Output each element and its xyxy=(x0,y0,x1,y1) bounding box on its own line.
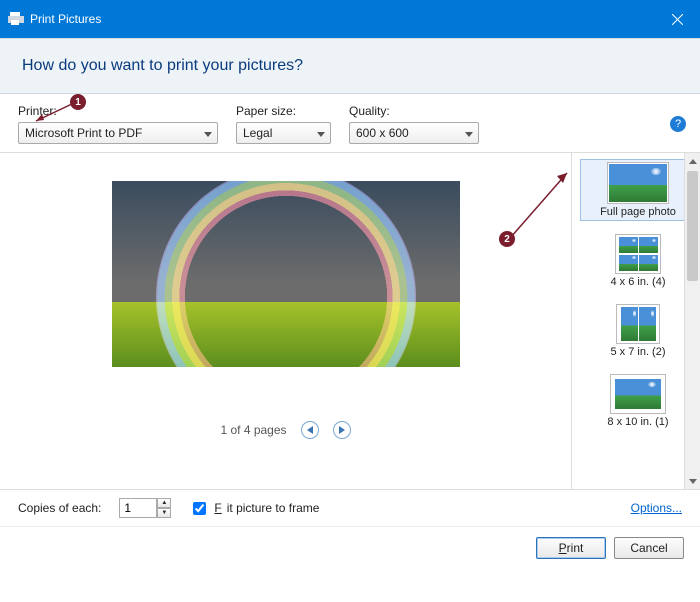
chevron-down-icon xyxy=(204,126,212,140)
options-link[interactable]: Options... xyxy=(631,501,682,515)
scroll-thumb[interactable] xyxy=(687,171,698,281)
copies-row: Copies of each: ▲ ▼ Fit picture to frame… xyxy=(0,490,700,527)
quality-value: 600 x 600 xyxy=(356,126,409,140)
pager-text: 1 of 4 pages xyxy=(220,423,286,437)
rainbow-graphic xyxy=(156,181,416,367)
copies-down-button[interactable]: ▼ xyxy=(157,508,171,518)
printer-label: Printer: xyxy=(18,104,218,118)
layout-label: 5 x 7 in. (2) xyxy=(610,346,665,358)
layout-pane: Full page photo 4 x 6 in. (4) 5 x 7 in. … xyxy=(571,153,700,489)
paper-size-label: Paper size: xyxy=(236,104,331,118)
fit-label-rest: it picture to frame xyxy=(227,501,320,515)
copies-input[interactable] xyxy=(119,498,157,518)
window-title: Print Pictures xyxy=(30,12,101,26)
preview-image xyxy=(112,181,460,367)
printer-combobox[interactable]: Microsoft Print to PDF xyxy=(18,122,218,144)
question-header: How do you want to print your pictures? xyxy=(0,38,700,94)
layout-label: 8 x 10 in. (1) xyxy=(607,416,668,428)
annotation-badge-1: 1 xyxy=(70,94,86,110)
question-text: How do you want to print your pictures? xyxy=(22,57,303,74)
chevron-right-icon xyxy=(339,426,345,434)
chevron-down-icon xyxy=(465,126,473,140)
dialog-buttons: Print Cancel xyxy=(0,527,700,559)
printer-icon xyxy=(8,12,24,26)
paper-size-value: Legal xyxy=(243,126,272,140)
quality-label: Quality: xyxy=(349,104,479,118)
main-area: 2 1 of 4 pages Full page photo xyxy=(0,152,700,490)
paper-size-combobox[interactable]: Legal xyxy=(236,122,331,144)
cancel-button[interactable]: Cancel xyxy=(614,537,684,559)
pager-row: 1 of 4 pages xyxy=(220,421,350,439)
layout-label: Full page photo xyxy=(600,206,676,218)
fit-to-frame-input[interactable] xyxy=(193,502,206,515)
layout-8x10[interactable]: 8 x 10 in. (1) xyxy=(580,371,696,431)
scroll-up-button[interactable] xyxy=(685,153,700,169)
fit-to-frame-checkbox[interactable]: Fit picture to frame xyxy=(189,499,319,518)
layout-label: 4 x 6 in. (4) xyxy=(610,276,665,288)
printer-value: Microsoft Print to PDF xyxy=(25,126,142,140)
annotation-badge-2: 2 xyxy=(499,231,515,247)
chevron-left-icon xyxy=(307,426,313,434)
copies-spinner[interactable]: ▲ ▼ xyxy=(119,498,171,518)
chevron-up-icon xyxy=(689,159,697,164)
layout-list[interactable]: Full page photo 4 x 6 in. (4) 5 x 7 in. … xyxy=(572,153,700,489)
quality-combobox[interactable]: 600 x 600 xyxy=(349,122,479,144)
layout-4x6[interactable]: 4 x 6 in. (4) xyxy=(580,231,696,291)
title-bar: Print Pictures xyxy=(0,0,700,38)
copies-up-button[interactable]: ▲ xyxy=(157,498,171,508)
print-options-row: Printer: Microsoft Print to PDF Paper si… xyxy=(0,94,700,152)
scrollbar[interactable] xyxy=(684,153,700,489)
prev-page-button[interactable] xyxy=(301,421,319,439)
chevron-down-icon xyxy=(689,479,697,484)
close-icon xyxy=(672,14,683,25)
preview-pane: 2 1 of 4 pages xyxy=(0,153,571,489)
chevron-down-icon xyxy=(317,126,325,140)
print-button[interactable]: Print xyxy=(536,537,606,559)
layout-5x7[interactable]: 5 x 7 in. (2) xyxy=(580,301,696,361)
next-page-button[interactable] xyxy=(333,421,351,439)
layout-full-page[interactable]: Full page photo xyxy=(580,159,696,221)
copies-label: Copies of each: xyxy=(18,501,101,515)
scroll-down-button[interactable] xyxy=(685,473,700,489)
help-icon[interactable]: ? xyxy=(670,116,686,132)
close-button[interactable] xyxy=(654,0,700,38)
